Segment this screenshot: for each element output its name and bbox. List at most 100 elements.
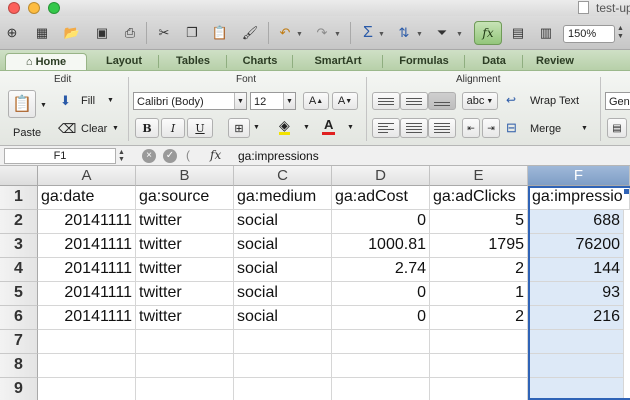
filter-dropdown-icon[interactable]: ▼ <box>456 31 463 38</box>
tab-layout[interactable]: Layout <box>90 53 158 70</box>
cell-f5[interactable]: 93 <box>528 282 624 306</box>
cell-a1[interactable]: ga:date <box>38 186 136 210</box>
row-header[interactable]: 8 <box>0 354 38 378</box>
redo-icon[interactable]: ↷ <box>312 23 332 43</box>
empty-cell[interactable] <box>38 330 136 354</box>
grow-font-button[interactable]: A ▲ <box>303 92 329 110</box>
cell-b6[interactable]: twitter <box>136 306 234 330</box>
align-center-button[interactable] <box>400 118 428 138</box>
cell-a3[interactable]: 20141111 <box>38 234 136 258</box>
confirm-entry-icon[interactable]: ✓ <box>163 149 177 163</box>
empty-cell[interactable] <box>38 378 136 400</box>
paste-dropdown-icon[interactable]: ▼ <box>40 102 47 109</box>
tab-tables[interactable]: Tables <box>160 53 226 70</box>
decrease-indent-icon[interactable]: ⇤ <box>462 118 480 138</box>
template-gallery-icon[interactable]: ▦ <box>32 23 52 43</box>
cell-c1[interactable]: ga:medium <box>234 186 332 210</box>
zoom-stepper-icon[interactable]: ▲ ▼ <box>617 25 624 41</box>
column-header-d[interactable]: D <box>332 166 430 186</box>
shrink-font-button[interactable]: A ▼ <box>332 92 358 110</box>
empty-cell[interactable] <box>234 378 332 400</box>
fill-color-dropdown-icon[interactable]: ▼ <box>303 124 310 131</box>
font-color-dropdown-icon[interactable]: ▼ <box>347 124 354 131</box>
copy-icon[interactable]: ❐ <box>182 23 202 43</box>
underline-button[interactable]: U <box>187 118 213 138</box>
clear-dropdown-icon[interactable]: ▼ <box>112 125 119 132</box>
row-header[interactable]: 2 <box>0 210 38 234</box>
borders-dropdown-icon[interactable]: ▼ <box>253 124 260 131</box>
column-header-a[interactable]: A <box>38 166 136 186</box>
cell-f4[interactable]: 144 <box>528 258 624 282</box>
column-header-b[interactable]: B <box>136 166 234 186</box>
redo-dropdown-icon[interactable]: ▼ <box>334 31 341 38</box>
empty-cell[interactable] <box>430 354 528 378</box>
row-header[interactable]: 5 <box>0 282 38 306</box>
format-painter-icon[interactable]: 🖌 <box>240 23 260 43</box>
wrap-text-button[interactable]: Wrap Text <box>530 95 579 107</box>
cell-d2[interactable]: 0 <box>332 210 430 234</box>
cell-b4[interactable]: twitter <box>136 258 234 282</box>
font-name-select[interactable]: Calibri (Body) ▼ <box>133 92 247 110</box>
undo-dropdown-icon[interactable]: ▼ <box>296 31 303 38</box>
italic-button[interactable]: I <box>161 118 185 138</box>
cell-e2[interactable]: 5 <box>430 210 528 234</box>
row-header[interactable]: 6 <box>0 306 38 330</box>
align-left-button[interactable] <box>372 118 400 138</box>
clipboard-icon[interactable]: 📋 <box>8 90 36 118</box>
font-color-button[interactable]: A <box>322 118 336 135</box>
formula-builder-button[interactable]: fx <box>474 21 502 45</box>
tab-data[interactable]: Data <box>466 53 522 70</box>
empty-cell[interactable] <box>528 330 624 354</box>
cell-f3[interactable]: 76200 <box>528 234 624 258</box>
cell-e5[interactable]: 1 <box>430 282 528 306</box>
close-window-button[interactable] <box>8 2 20 14</box>
cell-d1[interactable]: ga:adCost <box>332 186 430 210</box>
paste-icon[interactable]: 📋 <box>210 23 230 43</box>
cell-c6[interactable]: social <box>234 306 332 330</box>
cell-d6[interactable]: 0 <box>332 306 430 330</box>
show-toolbox-icon[interactable]: ▥ <box>536 23 556 43</box>
empty-cell[interactable] <box>234 330 332 354</box>
cell-b5[interactable]: twitter <box>136 282 234 306</box>
cell-e4[interactable]: 2 <box>430 258 528 282</box>
column-header-c[interactable]: C <box>234 166 332 186</box>
empty-cell[interactable] <box>332 330 430 354</box>
tab-home[interactable]: ⌂ Home <box>5 53 87 70</box>
print-icon[interactable]: ⎙ <box>120 23 140 43</box>
empty-cell[interactable] <box>528 354 624 378</box>
media-browser-icon[interactable]: ▤ <box>508 23 528 43</box>
empty-cell[interactable] <box>136 330 234 354</box>
row-header[interactable]: 3 <box>0 234 38 258</box>
cell-a2[interactable]: 20141111 <box>38 210 136 234</box>
tab-charts[interactable]: Charts <box>228 53 292 70</box>
row-header[interactable]: 1 <box>0 186 38 210</box>
cell-a4[interactable]: 20141111 <box>38 258 136 282</box>
font-name-dropdown-icon[interactable]: ▼ <box>234 93 246 109</box>
column-header-e[interactable]: E <box>430 166 528 186</box>
cancel-entry-icon[interactable]: × <box>142 149 156 163</box>
new-workbook-icon[interactable]: ⊕ <box>2 23 22 43</box>
autosum-dropdown-icon[interactable]: ▼ <box>378 31 385 38</box>
save-icon[interactable]: ▣ <box>92 23 112 43</box>
currency-format-icon[interactable]: ▤ <box>607 118 627 138</box>
cell-b3[interactable]: twitter <box>136 234 234 258</box>
autosum-icon[interactable]: Σ <box>358 23 378 43</box>
align-bottom-button[interactable] <box>428 92 456 110</box>
cell-d3[interactable]: 1000.81 <box>332 234 430 258</box>
open-folder-icon[interactable]: 📂 <box>62 23 82 43</box>
zoom-window-button[interactable] <box>48 2 60 14</box>
insert-function-icon[interactable]: fx <box>210 148 221 162</box>
cell-f2[interactable]: 688 <box>528 210 624 234</box>
selection-resize-handle[interactable] <box>624 189 629 194</box>
tab-smartart[interactable]: SmartArt <box>294 53 382 70</box>
paste-button[interactable]: Paste <box>13 127 41 139</box>
font-size-select[interactable]: 12 ▼ <box>250 92 296 110</box>
cell-c2[interactable]: social <box>234 210 332 234</box>
empty-cell[interactable] <box>136 354 234 378</box>
cell-f6[interactable]: 216 <box>528 306 624 330</box>
merge-button[interactable]: Merge <box>530 123 561 135</box>
cell-d4[interactable]: 2.74 <box>332 258 430 282</box>
align-top-button[interactable] <box>372 92 400 110</box>
cell-c5[interactable]: social <box>234 282 332 306</box>
empty-cell[interactable] <box>234 354 332 378</box>
